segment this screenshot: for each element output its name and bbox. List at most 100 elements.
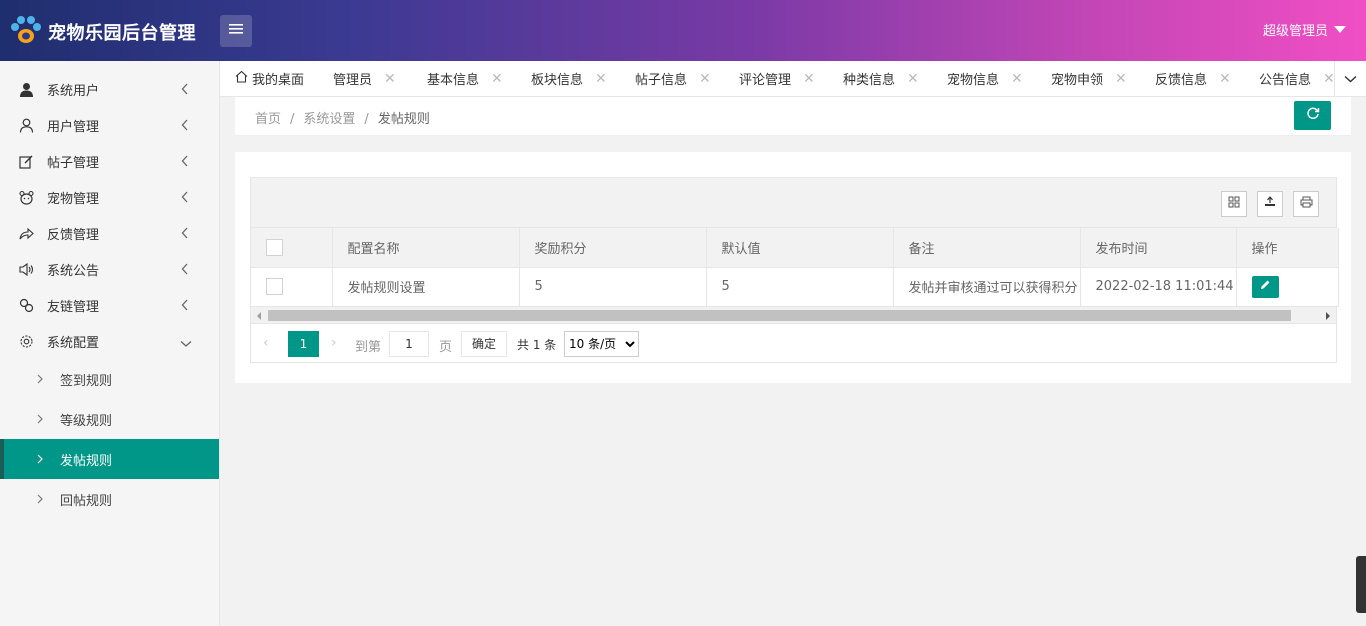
close-icon[interactable]: ✕ — [595, 71, 607, 87]
caret-down-icon — [1334, 26, 1346, 33]
tab-label: 宠物申领 — [1051, 73, 1104, 88]
chevron-left-icon — [181, 83, 189, 99]
prev-page-icon[interactable]: ‹ — [263, 335, 269, 351]
select-all-checkbox[interactable] — [266, 238, 283, 256]
select-all-cell — [251, 228, 333, 268]
column-header: 操作 — [1236, 228, 1339, 268]
sidebar-subitem-reply-rules[interactable]: 回帖规则 — [0, 479, 219, 519]
sidebar-item-system-config[interactable]: 系统配置 — [0, 323, 219, 359]
column-header[interactable]: 备注 — [893, 228, 1081, 268]
print-button[interactable] — [1293, 191, 1319, 217]
table-row: 发帖规则设置 5 5 发帖并审核通过可以获得积分 2022-02-18 11:0… — [251, 267, 1339, 307]
sidebar-item-link-management[interactable]: 友链管理 — [0, 287, 219, 323]
scroll-right-arrow[interactable] — [1326, 311, 1330, 320]
tab-pet-adoption[interactable]: 宠物申领 ✕ — [1051, 61, 1127, 96]
chevron-left-icon — [181, 263, 189, 279]
sidebar-subitem-post-rules[interactable]: 发帖规则 — [0, 439, 219, 479]
next-page-icon[interactable]: › — [331, 335, 337, 351]
tab-label: 反馈信息 — [1155, 73, 1208, 88]
tab-more-button[interactable] — [1334, 61, 1366, 96]
chevron-right-icon — [37, 453, 43, 468]
grid-icon — [1228, 196, 1240, 212]
sidebar-item-user-management[interactable]: 用户管理 — [0, 107, 219, 143]
cell-name: 发帖规则设置 — [332, 267, 520, 307]
tab-label: 我的桌面 — [252, 73, 305, 88]
paw-icon — [8, 12, 44, 52]
page-size-select[interactable]: 10 条/页 — [564, 330, 639, 357]
edit-icon — [18, 153, 34, 169]
sidebar-subitem-label: 签到规则 — [60, 373, 113, 389]
hamburger-icon — [229, 23, 243, 39]
sidebar-item-post-management[interactable]: 帖子管理 — [0, 143, 219, 179]
table-toolbar — [251, 178, 1336, 228]
sidebar-item-label: 友链管理 — [47, 299, 100, 315]
home-icon — [235, 70, 248, 87]
tab-species-info[interactable]: 种类信息 ✕ — [843, 61, 919, 96]
page-number-input[interactable] — [389, 330, 429, 357]
tab-post-info[interactable]: 帖子信息 ✕ — [635, 61, 711, 96]
user-menu[interactable]: 超级管理员 — [1263, 20, 1346, 39]
scroll-left-arrow[interactable] — [257, 311, 261, 320]
sidebar-subitem-checkin-rules[interactable]: 签到规则 — [0, 359, 219, 399]
close-icon[interactable]: ✕ — [491, 71, 503, 87]
breadcrumb: 首页 / 系统设置 / 发帖规则 — [255, 108, 430, 127]
close-icon[interactable]: ✕ — [907, 71, 919, 87]
pencil-icon — [1260, 279, 1271, 294]
scrollbar-thumb[interactable] — [268, 309, 1291, 321]
close-icon[interactable]: ✕ — [1011, 71, 1023, 87]
floating-widget[interactable] — [1356, 556, 1366, 613]
close-icon[interactable]: ✕ — [699, 71, 711, 87]
tab-bar: 我的桌面 管理员 ✕ 基本信息 ✕ 板块信息 ✕ 帖子信息 ✕ 评论管理 ✕ 种类信息 ✕ … — [220, 61, 1366, 97]
tab-admin[interactable]: 管理员 ✕ — [333, 61, 396, 96]
chevron-right-icon — [37, 373, 43, 388]
column-header[interactable]: 配置名称 — [332, 228, 520, 268]
sidebar-subitem-level-rules[interactable]: 等级规则 — [0, 399, 219, 439]
close-icon[interactable]: ✕ — [803, 71, 815, 87]
top-header: 宠物乐园后台管理 超级管理员 — [0, 0, 1366, 61]
close-icon[interactable]: ✕ — [1115, 71, 1127, 87]
horizontal-scrollbar[interactable] — [251, 306, 1336, 324]
tab-board-info[interactable]: 板块信息 ✕ — [531, 61, 607, 96]
tab-feedback-info[interactable]: 反馈信息 ✕ — [1155, 61, 1231, 96]
breadcrumb-current: 发帖规则 — [377, 112, 430, 127]
tab-my-desktop[interactable]: 我的桌面 — [235, 61, 304, 96]
user-outline-icon — [18, 117, 34, 133]
menu-toggle-button[interactable] — [220, 15, 252, 47]
close-icon[interactable]: ✕ — [384, 71, 396, 87]
breadcrumb-home[interactable]: 首页 — [255, 112, 281, 127]
sidebar-subitem-label: 等级规则 — [60, 413, 113, 429]
columns-filter-button[interactable] — [1221, 191, 1247, 217]
column-header[interactable]: 默认值 — [706, 228, 894, 268]
column-header[interactable]: 奖励积分 — [519, 228, 707, 268]
edit-button[interactable] — [1251, 275, 1279, 298]
tab-notice-info[interactable]: 公告信息 ✕ — [1259, 61, 1335, 96]
tab-label: 板块信息 — [531, 73, 584, 88]
export-icon — [1264, 196, 1276, 212]
table-header-row: 配置名称 奖励积分 默认值 备注 发布时间 操作 — [251, 228, 1339, 268]
row-select-cell — [251, 267, 333, 307]
cell-default: 5 — [706, 267, 894, 307]
sidebar-item-system-users[interactable]: 系统用户 — [0, 71, 219, 107]
cell-reward: 5 — [519, 267, 707, 307]
column-header[interactable]: 发布时间 — [1080, 228, 1237, 268]
chevron-right-icon — [37, 493, 43, 508]
sidebar-item-system-notice[interactable]: 系统公告 — [0, 251, 219, 287]
sidebar-subitem-label: 回帖规则 — [60, 493, 113, 509]
close-icon[interactable]: ✕ — [1323, 71, 1335, 87]
current-page[interactable]: 1 — [288, 330, 319, 357]
sidebar-item-feedback-management[interactable]: 反馈管理 — [0, 215, 219, 251]
tab-label: 种类信息 — [843, 73, 896, 88]
tab-pet-info[interactable]: 宠物信息 ✕ — [947, 61, 1023, 96]
row-checkbox[interactable] — [266, 278, 283, 295]
sidebar-item-label: 系统配置 — [47, 335, 100, 351]
breadcrumb-parent[interactable]: 系统设置 — [303, 112, 355, 127]
sidebar-item-pet-management[interactable]: 宠物管理 — [0, 179, 219, 215]
export-button[interactable] — [1257, 191, 1283, 217]
close-icon[interactable]: ✕ — [1219, 71, 1231, 87]
bear-icon — [18, 189, 34, 205]
tab-basic-info[interactable]: 基本信息 ✕ — [427, 61, 503, 96]
confirm-button[interactable]: 确定 — [461, 330, 507, 357]
logo[interactable]: 宠物乐园后台管理 — [8, 12, 196, 52]
refresh-button[interactable] — [1294, 101, 1331, 130]
tab-comment-management[interactable]: 评论管理 ✕ — [739, 61, 815, 96]
